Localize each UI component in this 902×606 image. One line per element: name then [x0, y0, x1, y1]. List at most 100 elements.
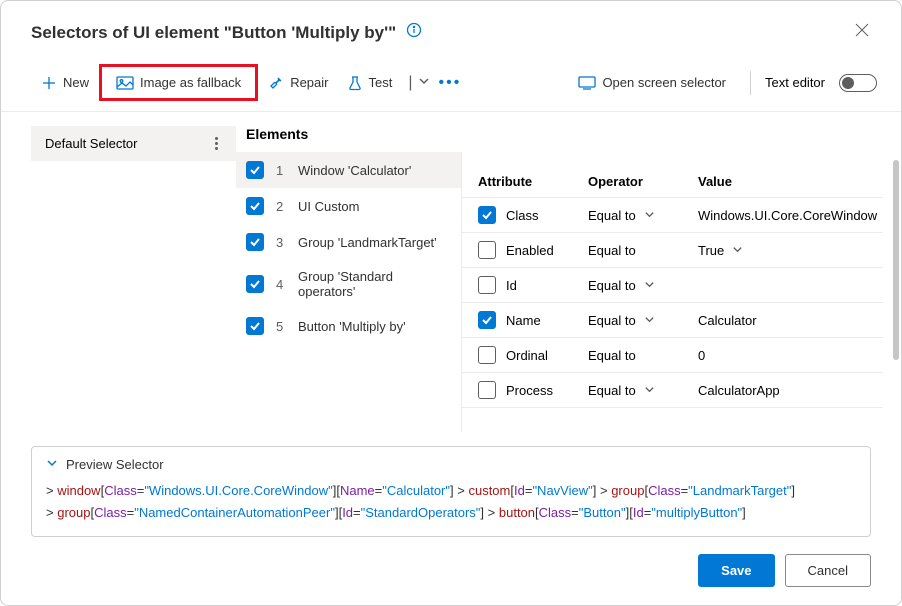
- attribute-name: Ordinal: [506, 348, 548, 363]
- chevron-down-icon: [46, 457, 58, 472]
- more-button[interactable]: •••: [430, 74, 469, 92]
- save-button[interactable]: Save: [698, 554, 774, 587]
- selector-token: Id: [342, 505, 353, 520]
- test-button[interactable]: Test: [338, 69, 402, 97]
- dialog-footer: Save Cancel: [698, 554, 871, 587]
- selector-token: ]: [791, 483, 795, 498]
- operator-value[interactable]: Equal to: [588, 348, 636, 363]
- chevron-down-icon[interactable]: [644, 208, 655, 223]
- selector-token: >: [46, 505, 57, 520]
- selector-token: ]: [742, 505, 746, 520]
- chevron-down-icon[interactable]: [418, 74, 430, 92]
- operator-value[interactable]: Equal to: [588, 243, 636, 258]
- operator-value[interactable]: Equal to: [588, 313, 636, 328]
- selector-token: window: [57, 483, 100, 498]
- preview-header[interactable]: Preview Selector: [46, 457, 856, 472]
- selector-token: custom: [468, 483, 510, 498]
- element-row[interactable]: 4 Group 'Standard operators': [236, 260, 461, 308]
- checkbox[interactable]: [478, 346, 496, 364]
- selector-token: >: [484, 505, 499, 520]
- selector-token: Class: [539, 505, 572, 520]
- attribute-value[interactable]: Calculator: [698, 313, 757, 328]
- checkbox[interactable]: [246, 197, 264, 215]
- checkbox[interactable]: [246, 317, 264, 335]
- attribute-name: Class: [506, 208, 539, 223]
- selector-token: "NavView": [532, 483, 592, 498]
- highlighted-toolbar-item: Image as fallback: [99, 64, 258, 101]
- elements-title: Elements: [236, 126, 461, 152]
- selector-token: Id: [633, 505, 644, 520]
- attribute-name: Process: [506, 383, 553, 398]
- text-editor-toggle[interactable]: [839, 74, 877, 92]
- selector-token: "multiplyButton": [651, 505, 742, 520]
- selector-token: Class: [104, 483, 137, 498]
- element-label: Group 'LandmarkTarget': [298, 235, 437, 250]
- dialog-title: Selectors of UI element "Button 'Multipl…: [31, 23, 396, 43]
- wrench-icon: [268, 75, 284, 91]
- checkbox[interactable]: [246, 161, 264, 179]
- attribute-value[interactable]: 0: [698, 348, 705, 363]
- attribute-name: Id: [506, 278, 517, 293]
- selector-token: "LandmarkTarget": [688, 483, 791, 498]
- element-row[interactable]: 3 Group 'LandmarkTarget': [236, 224, 461, 260]
- screen-icon: [578, 76, 596, 90]
- selector-token: group: [57, 505, 90, 520]
- image-fallback-button[interactable]: Image as fallback: [106, 69, 251, 96]
- open-screen-label: Open screen selector: [602, 75, 726, 90]
- chevron-down-icon[interactable]: [732, 243, 743, 258]
- chevron-down-icon[interactable]: [644, 313, 655, 328]
- toolbar: New Image as fallback Repair Test | ••• …: [1, 58, 901, 112]
- chevron-down-icon[interactable]: [644, 383, 655, 398]
- checkbox[interactable]: [478, 241, 496, 259]
- attribute-value[interactable]: Windows.UI.Core.CoreWindow: [698, 208, 877, 223]
- checkbox[interactable]: [246, 233, 264, 251]
- dialog-header: Selectors of UI element "Button 'Multipl…: [1, 1, 901, 58]
- header-operator: Operator: [588, 174, 698, 189]
- image-icon: [116, 76, 134, 90]
- checkbox[interactable]: [478, 206, 496, 224]
- operator-value[interactable]: Equal to: [588, 383, 636, 398]
- selector-token: >: [596, 483, 611, 498]
- selector-token: Class: [648, 483, 681, 498]
- selector-token: "StandardOperators": [361, 505, 481, 520]
- attribute-row: Ordinal Equal to 0: [462, 338, 883, 373]
- open-screen-selector-button[interactable]: Open screen selector: [568, 69, 736, 96]
- info-icon[interactable]: [406, 22, 422, 43]
- close-button[interactable]: [847, 19, 877, 46]
- attribute-row: Class Equal to Windows.UI.Core.CoreWindo…: [462, 198, 883, 233]
- selector-token: "Button": [579, 505, 626, 520]
- attribute-value[interactable]: CalculatorApp: [698, 383, 780, 398]
- new-button[interactable]: New: [31, 69, 99, 97]
- checkbox[interactable]: [478, 276, 496, 294]
- checkbox[interactable]: [246, 275, 264, 293]
- more-vertical-icon[interactable]: [215, 137, 222, 150]
- element-row[interactable]: 5 Button 'Multiply by': [236, 308, 461, 344]
- attribute-name: Enabled: [506, 243, 554, 258]
- element-row[interactable]: 2 UI Custom: [236, 188, 461, 224]
- default-selector-item[interactable]: Default Selector: [31, 126, 236, 161]
- separator: |: [402, 74, 418, 92]
- attribute-row: Name Equal to Calculator: [462, 303, 883, 338]
- selector-token: button: [499, 505, 535, 520]
- element-number: 5: [276, 319, 286, 334]
- element-label: UI Custom: [298, 199, 359, 214]
- checkbox[interactable]: [478, 311, 496, 329]
- repair-button[interactable]: Repair: [258, 69, 338, 97]
- operator-value[interactable]: Equal to: [588, 278, 636, 293]
- checkbox[interactable]: [478, 381, 496, 399]
- attribute-row: Process Equal to CalculatorApp: [462, 373, 883, 408]
- attribute-name: Name: [506, 313, 541, 328]
- repair-label: Repair: [290, 75, 328, 90]
- attribute-value[interactable]: True: [698, 243, 724, 258]
- preview-selector-panel: Preview Selector > window[Class="Windows…: [31, 446, 871, 537]
- cancel-button[interactable]: Cancel: [785, 554, 871, 587]
- elements-panel: Elements 1 Window 'Calculator' 2 UI Cust…: [236, 112, 461, 432]
- chevron-down-icon[interactable]: [644, 278, 655, 293]
- operator-value[interactable]: Equal to: [588, 208, 636, 223]
- element-row[interactable]: 1 Window 'Calculator': [236, 152, 461, 188]
- scrollbar[interactable]: [893, 160, 899, 360]
- preview-title: Preview Selector: [66, 457, 164, 472]
- divider: [750, 71, 751, 95]
- element-number: 1: [276, 163, 286, 178]
- preview-body: > window[Class="Windows.UI.Core.CoreWind…: [46, 480, 856, 524]
